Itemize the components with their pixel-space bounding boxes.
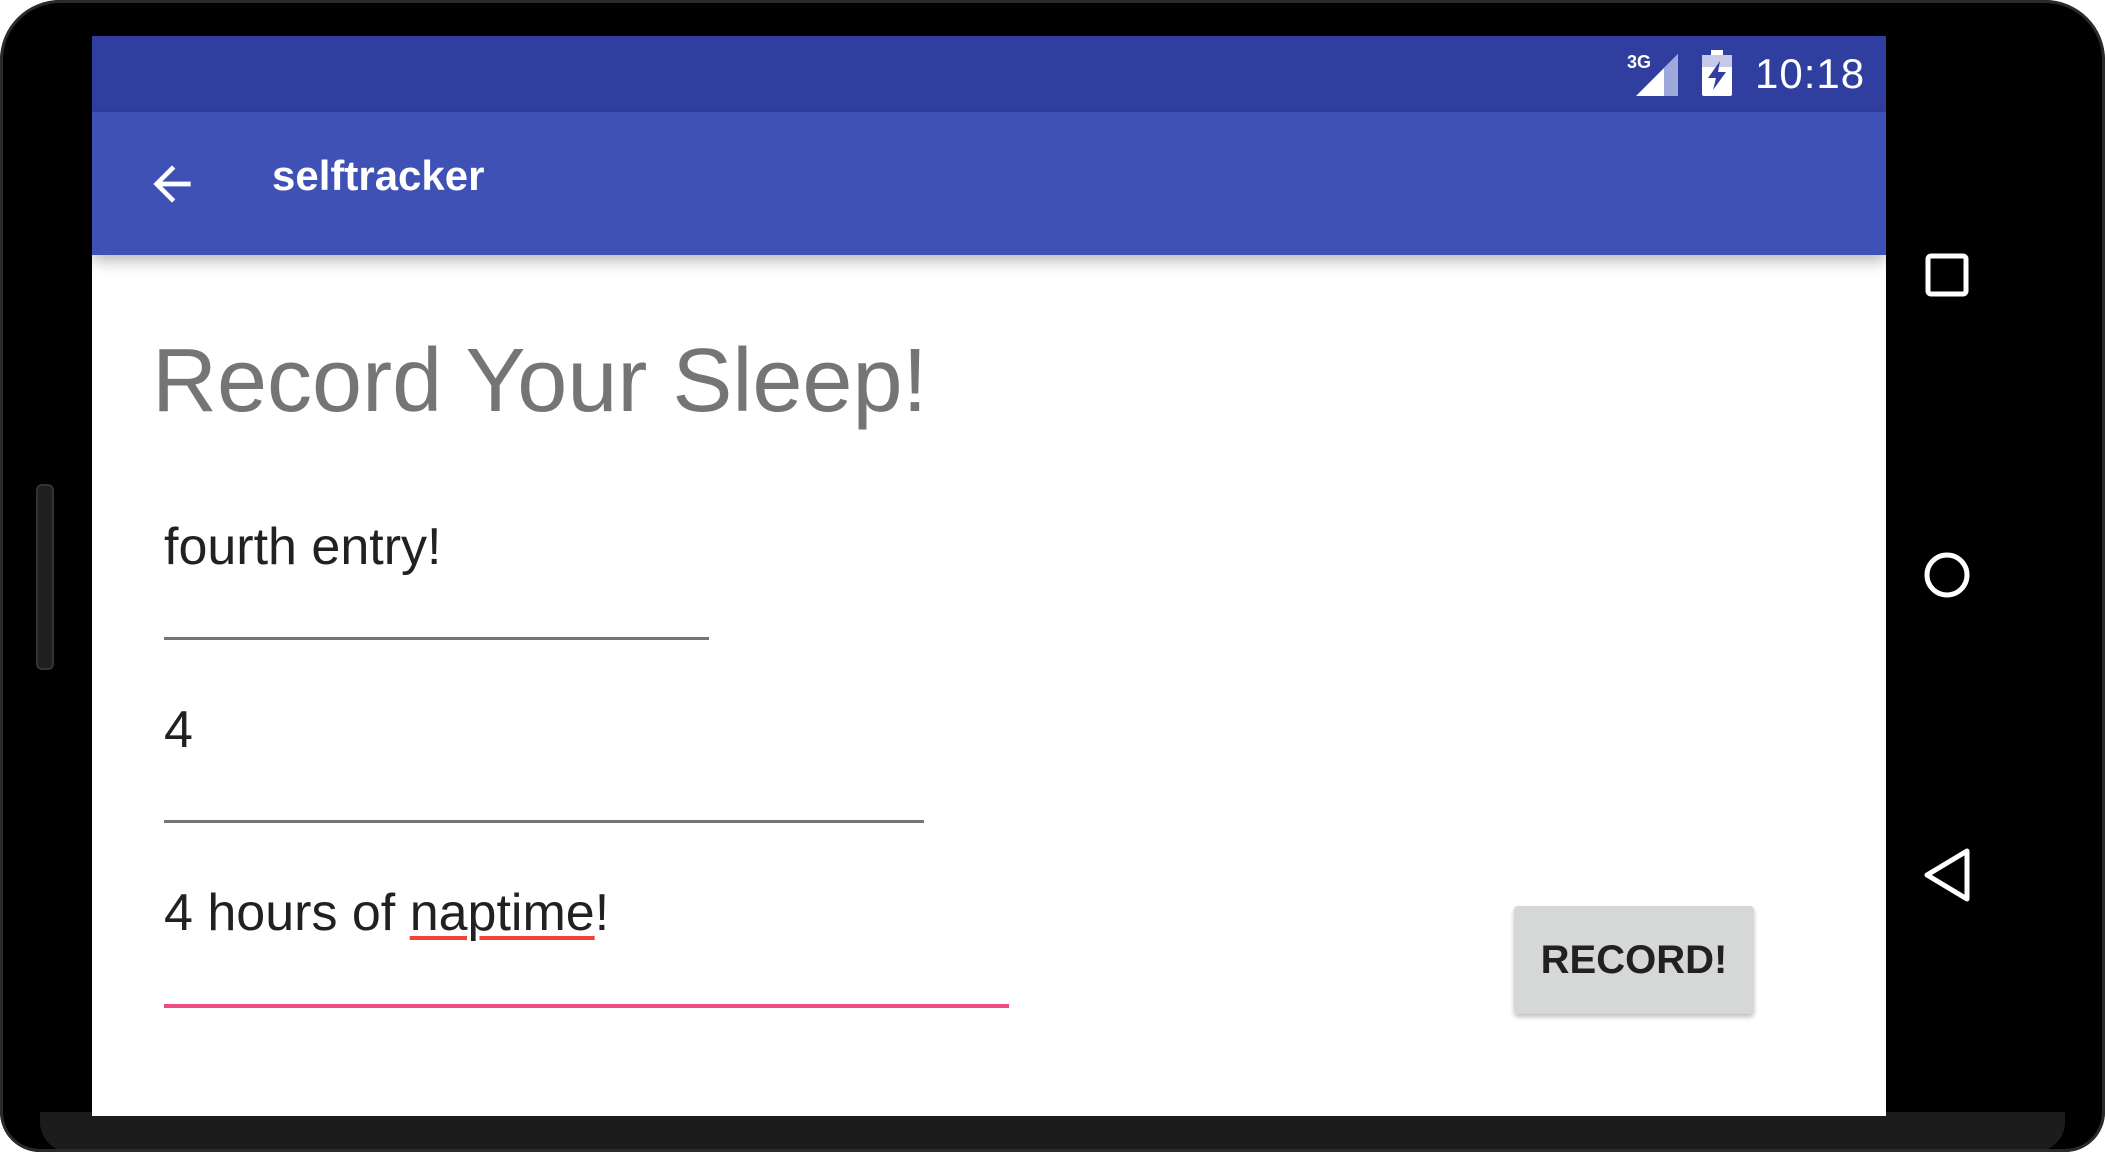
home-button[interactable]	[1912, 540, 1982, 610]
notes-underline	[164, 1004, 1009, 1008]
arrow-back-icon	[153, 165, 191, 203]
record-button[interactable]: RECORD!	[1514, 906, 1754, 1014]
back-button[interactable]	[132, 144, 212, 224]
hours-field[interactable]: 4	[164, 700, 193, 760]
triangle-back-icon	[1924, 848, 1970, 902]
app-screen: 3G 10:18 selftracker Record Your Sleep! …	[92, 36, 1886, 1116]
status-bar: 3G 10:18	[92, 36, 1886, 112]
device-bottom-edge	[40, 1112, 2065, 1152]
page-title: Record Your Sleep!	[152, 331, 928, 431]
notes-field[interactable]: 4 hours of naptime!	[164, 883, 609, 943]
device-frame: 3G 10:18 selftracker Record Your Sleep! …	[0, 0, 2105, 1152]
entry-name-underline	[164, 637, 709, 640]
recents-button[interactable]	[1912, 240, 1982, 310]
device-side-button	[36, 484, 54, 670]
signal-icon	[1636, 54, 1678, 96]
main-content: Record Your Sleep! fourth entry! 4 4 hou…	[92, 255, 1886, 1116]
square-recents-icon	[1925, 253, 1969, 297]
status-clock: 10:18	[1755, 50, 1866, 97]
entry-name-field[interactable]: fourth entry!	[164, 517, 441, 577]
notes-text-suffix: !	[594, 884, 610, 942]
app-title: selftracker	[272, 152, 485, 199]
system-back-button[interactable]	[1912, 840, 1982, 910]
misspelled-word: naptime	[409, 884, 595, 942]
hours-underline	[164, 820, 924, 823]
navigation-bar	[1886, 36, 2010, 1116]
notes-text-prefix: 4 hours of	[164, 884, 410, 942]
battery-charging-icon	[1702, 50, 1732, 96]
app-bar: selftracker	[92, 112, 1886, 255]
circle-home-icon	[1924, 552, 1970, 598]
